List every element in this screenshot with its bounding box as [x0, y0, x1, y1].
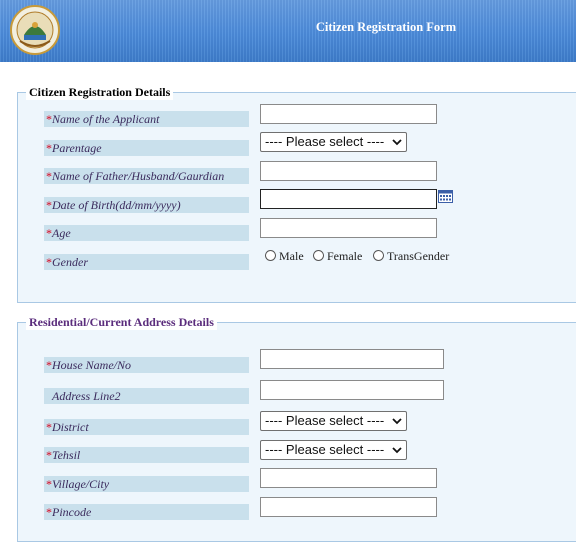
tehsil-label: *Tehsil: [44, 447, 249, 463]
gender-label: *Gender: [44, 254, 249, 270]
address2-label: Address Line2: [44, 388, 249, 404]
pincode-label: *Pincode: [44, 504, 249, 520]
village-label: *Village/City: [44, 476, 249, 492]
section-legend: Residential/Current Address Details: [26, 314, 217, 330]
dob-input[interactable]: [260, 189, 437, 209]
gender-option-male[interactable]: Male: [265, 249, 304, 263]
calendar-icon[interactable]: [438, 190, 453, 203]
dob-label: *Date of Birth(dd/mm/yyyy): [44, 197, 249, 213]
district-label: *District: [44, 419, 249, 435]
chevron-down-icon: [392, 139, 402, 146]
tehsil-select[interactable]: ---- Please select ----: [260, 440, 407, 460]
applicant-name-input[interactable]: [260, 104, 437, 124]
applicant-name-label: *Name of the Applicant: [44, 111, 249, 127]
gender-option-transgender[interactable]: TransGender: [373, 249, 449, 263]
chevron-down-icon: [392, 447, 402, 454]
address2-input[interactable]: [260, 380, 444, 400]
district-select[interactable]: ---- Please select ----: [260, 411, 407, 431]
father-name-input[interactable]: [260, 161, 437, 181]
radio-female[interactable]: [313, 250, 324, 261]
radio-transgender[interactable]: [373, 250, 384, 261]
pincode-input[interactable]: [260, 497, 437, 517]
village-input[interactable]: [260, 468, 437, 488]
radio-male[interactable]: [265, 250, 276, 261]
house-input[interactable]: [260, 349, 444, 369]
parentage-label: *Parentage: [44, 140, 249, 156]
section-legend: Citizen Registration Details: [26, 84, 174, 100]
chevron-down-icon: [392, 418, 402, 425]
gender-option-female[interactable]: Female: [313, 249, 362, 263]
father-name-label: *Name of Father/Husband/Gaurdian: [44, 168, 249, 184]
parentage-select[interactable]: ---- Please select ----: [260, 132, 407, 152]
age-input[interactable]: [260, 218, 437, 238]
house-label: *House Name/No: [44, 357, 249, 373]
page-title: Citizen Registration Form: [315, 20, 457, 34]
age-label: *Age: [44, 225, 249, 241]
